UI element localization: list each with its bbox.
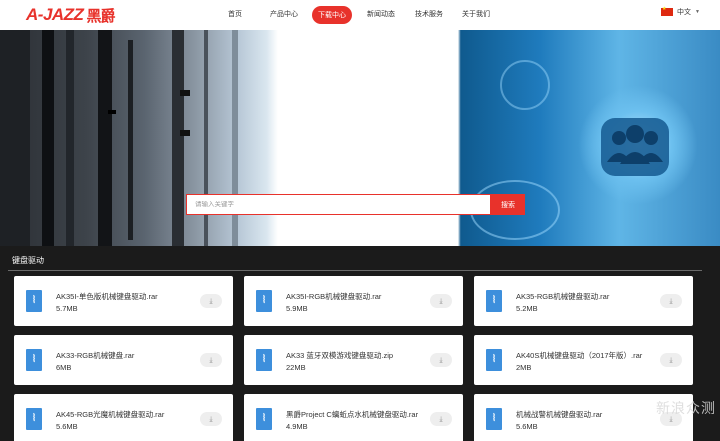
- china-flag-icon: [661, 6, 673, 16]
- download-icon: ⤓: [209, 356, 213, 364]
- zip-file-icon: ⦚: [26, 349, 42, 371]
- download-card[interactable]: ⦚ AK35-RGB机械键盘驱动.rar 5.2MB ⤓: [474, 276, 693, 326]
- download-button[interactable]: ⤓: [660, 294, 682, 308]
- nav-item-home[interactable]: 首页: [228, 9, 242, 19]
- users-icon: [601, 118, 669, 176]
- search-button[interactable]: 搜索: [491, 194, 525, 215]
- download-icon: ⤓: [439, 356, 443, 364]
- zip-file-icon: ⦚: [26, 290, 42, 312]
- file-size: 2MB: [516, 363, 532, 372]
- nav-item-tech-service[interactable]: 技术服务: [415, 9, 443, 19]
- download-card[interactable]: ⦚ AK40S机械键盘驱动（2017年版）.rar 2MB ⤓: [474, 335, 693, 385]
- download-icon: ⤓: [669, 356, 673, 364]
- zip-file-icon: ⦚: [256, 349, 272, 371]
- main-nav: 首页 产品中心 下载中心 新闻动态 技术服务 关于我们: [0, 0, 720, 30]
- file-name: AK35I-RGB机械键盘驱动.rar: [286, 292, 382, 301]
- file-size: 5.2MB: [516, 304, 538, 313]
- search-box: [186, 194, 491, 215]
- download-icon: ⤓: [209, 297, 213, 305]
- download-button[interactable]: ⤓: [430, 294, 452, 308]
- file-size: 5.7MB: [56, 304, 78, 313]
- file-name: AK33 蓝牙双模游戏键盘驱动.zip: [286, 351, 394, 360]
- file-name: AK40S机械键盘驱动（2017年版）.rar: [516, 351, 643, 360]
- file-size: 4.9MB: [286, 422, 308, 431]
- nav-item-news[interactable]: 新闻动态: [367, 9, 395, 19]
- download-button[interactable]: ⤓: [430, 353, 452, 367]
- nav-item-products[interactable]: 产品中心: [270, 9, 298, 19]
- download-button[interactable]: ⤓: [200, 353, 222, 367]
- site-header: A-JAZZ 黑爵 首页 产品中心 下载中心 新闻动态 技术服务 关于我们 中文…: [0, 0, 720, 30]
- file-size: 6MB: [56, 363, 72, 372]
- nav-item-downloads[interactable]: 下载中心: [312, 6, 352, 24]
- language-label: 中文: [677, 9, 691, 16]
- download-button[interactable]: ⤓: [660, 353, 682, 367]
- file-size: 5.6MB: [56, 422, 78, 431]
- file-name: 黑爵Project C螭蚯点水机械键盘驱动.rar: [286, 410, 419, 419]
- file-size: 5.6MB: [516, 422, 538, 431]
- section-title: 键盘驱动: [12, 256, 44, 265]
- file-name: AK33-RGB机械键盘.rar: [56, 351, 135, 360]
- zip-file-icon: ⦚: [256, 408, 272, 430]
- zip-file-icon: ⦚: [486, 349, 502, 371]
- nav-item-about[interactable]: 关于我们: [462, 9, 490, 19]
- zip-file-icon: ⦚: [256, 290, 272, 312]
- language-selector[interactable]: 中文 ▼: [661, 6, 700, 17]
- file-size: 5.9MB: [286, 304, 308, 313]
- download-button[interactable]: ⤓: [200, 294, 222, 308]
- file-name: 机械战警机械键盘驱动.rar: [516, 410, 603, 419]
- file-name: AK35-RGB机械键盘驱动.rar: [516, 292, 610, 301]
- watermark: 新浪众测: [656, 401, 716, 417]
- download-button[interactable]: ⤓: [200, 412, 222, 426]
- zip-file-icon: ⦚: [486, 408, 502, 430]
- download-card[interactable]: ⦚ AK33 蓝牙双模游戏键盘驱动.zip 22MB ⤓: [244, 335, 463, 385]
- download-card[interactable]: ⦚ AK35I-单色版机械键盘驱动.rar 5.7MB ⤓: [14, 276, 233, 326]
- zip-file-icon: ⦚: [26, 408, 42, 430]
- download-icon: ⤓: [439, 297, 443, 305]
- file-name: AK35I-单色版机械键盘驱动.rar: [56, 292, 158, 301]
- download-card[interactable]: ⦚ 黑爵Project C螭蚯点水机械键盘驱动.rar 4.9MB ⤓: [244, 394, 463, 441]
- download-icon: ⤓: [669, 297, 673, 305]
- section-divider: [8, 270, 702, 271]
- caret-down-icon: ▼: [695, 9, 700, 15]
- download-card[interactable]: ⦚ AK33-RGB机械键盘.rar 6MB ⤓: [14, 335, 233, 385]
- zip-file-icon: ⦚: [486, 290, 502, 312]
- search-input[interactable]: [195, 201, 490, 208]
- file-name: AK45-RGB光魔机械键盘驱动.rar: [56, 410, 165, 419]
- download-icon: ⤓: [209, 415, 213, 423]
- file-size: 22MB: [286, 363, 306, 372]
- download-card[interactable]: ⦚ AK45-RGB光魔机械键盘驱动.rar 5.6MB ⤓: [14, 394, 233, 441]
- download-card[interactable]: ⦚ AK35I-RGB机械键盘驱动.rar 5.9MB ⤓: [244, 276, 463, 326]
- download-button[interactable]: ⤓: [430, 412, 452, 426]
- download-icon: ⤓: [439, 415, 443, 423]
